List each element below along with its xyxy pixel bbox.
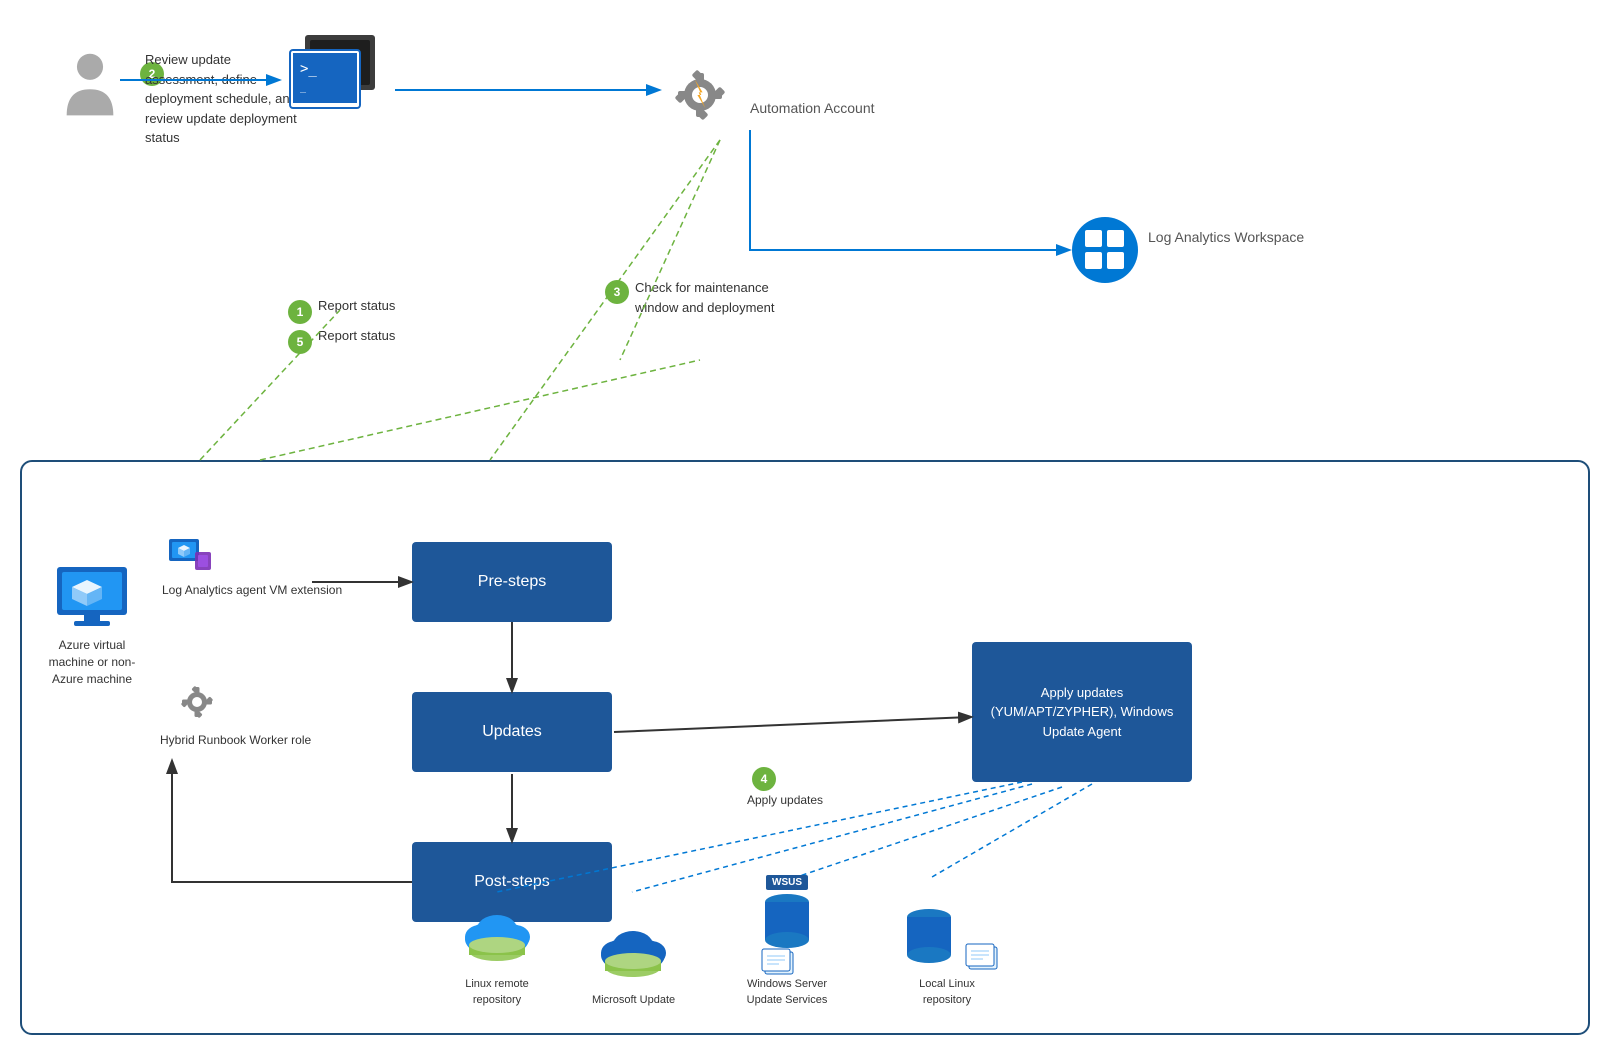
portal-icon: >_ _ (280, 30, 390, 125)
step3-circle: 3 (605, 280, 629, 304)
local-linux-item: Local Linux repository (902, 907, 1021, 1008)
apply-updates-box: Apply updates (YUM/APT/ZYPHER), Windows … (972, 642, 1192, 782)
wsus-badge: WSUS (766, 875, 808, 890)
step4-circle: 4 (752, 767, 776, 791)
log-analytics-label: Log Analytics Workspace (1148, 228, 1304, 248)
svg-text:>_: >_ (300, 61, 317, 77)
hybrid-runbook-label: Hybrid Runbook Worker role (160, 732, 311, 749)
step1-circle: 1 (288, 300, 312, 324)
hybrid-runbook-icon (172, 677, 222, 732)
bottom-section: Azure virtual machine or non-Azure machi… (20, 460, 1590, 1035)
diagram-container: 2 Review update assessment, define deplo… (0, 0, 1613, 1056)
check-maintenance-label: Check for maintenance window and deploym… (635, 278, 795, 317)
automation-account-label: Automation Account (750, 100, 875, 118)
presteps-box: Pre-steps (412, 542, 612, 622)
linux-repo-item: Linux remote repository (452, 907, 542, 1008)
log-agent-label: Log Analytics agent VM extension (162, 582, 342, 599)
wsus-label: Windows Server Update Services (742, 977, 832, 1008)
log-analytics-icon (1070, 215, 1140, 290)
step4-label: Apply updates (747, 792, 823, 809)
svg-text:_: _ (300, 82, 307, 93)
azure-vm-icon (52, 562, 132, 637)
local-linux-label: Local Linux repository (902, 977, 992, 1008)
microsoft-update-item: Microsoft Update (592, 923, 675, 1008)
updates-box: Updates (412, 692, 612, 772)
azure-vm-label: Azure virtual machine or non-Azure machi… (42, 637, 142, 687)
linux-repo-label: Linux remote repository (452, 977, 542, 1008)
step5-label: Report status (318, 328, 395, 343)
automation-account-icon (660, 55, 740, 140)
microsoft-update-label: Microsoft Update (592, 993, 675, 1008)
step5-circle: 5 (288, 330, 312, 354)
person-icon (60, 50, 120, 125)
report-status-label: Report status (318, 298, 395, 313)
log-agent-icon (167, 537, 212, 587)
wsus-item: WSUS (742, 875, 832, 1008)
